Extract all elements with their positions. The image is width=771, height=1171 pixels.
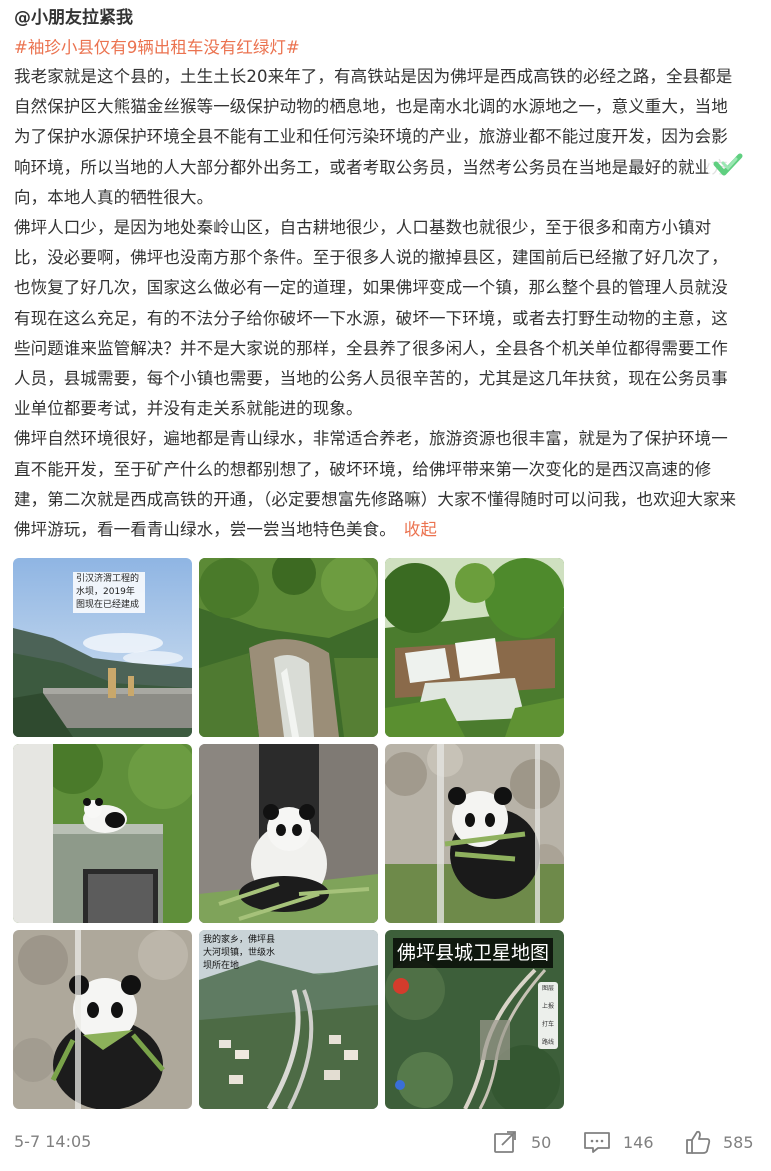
- map-tool-layers: 图层: [541, 985, 554, 992]
- map-tool-report: 上报: [541, 1003, 554, 1010]
- post-paragraph-2: 佛坪人口少，是因为地处秦岭山区，自古耕地很少，人口基数也就很少，至于很多和南方小…: [14, 218, 728, 419]
- post-footer: 5-7 14:05 50 146 585: [0, 1122, 771, 1162]
- post-topic-hashtag[interactable]: #袖珍小县仅有9辆出租车没有红绿灯#: [14, 36, 300, 60]
- map-title: 佛坪县城卫星地图: [393, 938, 554, 968]
- dam-caption: 引汉济渭工程的水坝，2019年图现在已经建成: [73, 572, 145, 613]
- post-paragraph-1: 我老家就是这个县的，土生土长20来年了，有高铁站是因为佛坪是西成高铁的必经之路，…: [14, 67, 733, 207]
- image-panda-glass[interactable]: [385, 744, 564, 923]
- post-content: 我老家就是这个县的，土生土长20来年了，有高铁站是因为佛坪是西成高铁的必经之路，…: [14, 62, 738, 545]
- weibo-post: @小朋友拉紧我 #袖珍小县仅有9辆出租车没有红绿灯# 我老家就是这个县的，土生土…: [0, 0, 771, 1171]
- comment-icon: [583, 1130, 611, 1154]
- like-count: 585: [723, 1132, 754, 1152]
- post-timestamp[interactable]: 5-7 14:05: [14, 1131, 91, 1153]
- comment-button[interactable]: 146: [583, 1128, 654, 1156]
- collapse-link[interactable]: 收起: [404, 520, 437, 539]
- image-panda-eating[interactable]: [199, 744, 378, 923]
- checkmark-badge-icon: [706, 146, 750, 184]
- post-paragraph-3-text: 佛坪自然环境很好，遍地都是青山绿水，非常适合养老，旅游资源也很丰富，就是为了保护…: [14, 429, 737, 540]
- post-image-grid: 引汉济渭工程的水坝，2019年图现在已经建成 我的家乡，佛坪县大河坝镇，世级水坝…: [13, 558, 565, 1109]
- repost-button[interactable]: 50: [493, 1128, 551, 1156]
- post-paragraph-3: 佛坪自然环境很好，遍地都是青山绿水，非常适合养老，旅游资源也很丰富，就是为了保护…: [14, 424, 738, 545]
- post-author-name[interactable]: @小朋友拉紧我: [14, 6, 133, 30]
- repost-icon: [493, 1130, 519, 1154]
- like-button[interactable]: 585: [685, 1128, 754, 1156]
- comment-count: 146: [623, 1132, 654, 1152]
- image-canyon[interactable]: [199, 558, 378, 737]
- image-panda-on-wall[interactable]: [13, 744, 192, 923]
- map-tool-route: 路线: [541, 1039, 554, 1046]
- town-caption: 我的家乡，佛坪县大河坝镇，世级水坝所在地: [203, 935, 276, 971]
- image-panda-closeup[interactable]: [13, 930, 192, 1109]
- image-aerial-town[interactable]: 我的家乡，佛坪县大河坝镇，世级水坝所在地: [199, 930, 378, 1109]
- repost-count: 50: [531, 1132, 552, 1152]
- map-tool-taxi: 打车: [541, 1021, 554, 1028]
- image-satellite-map[interactable]: 佛坪县城卫星地图 图层 上报 打车 路线: [385, 930, 564, 1109]
- image-dam[interactable]: 引汉济渭工程的水坝，2019年图现在已经建成: [13, 558, 192, 737]
- map-toolbar: 图层 上报 打车 路线: [538, 982, 558, 1049]
- image-waterfall[interactable]: [385, 558, 564, 737]
- thumbs-up-icon: [685, 1129, 711, 1155]
